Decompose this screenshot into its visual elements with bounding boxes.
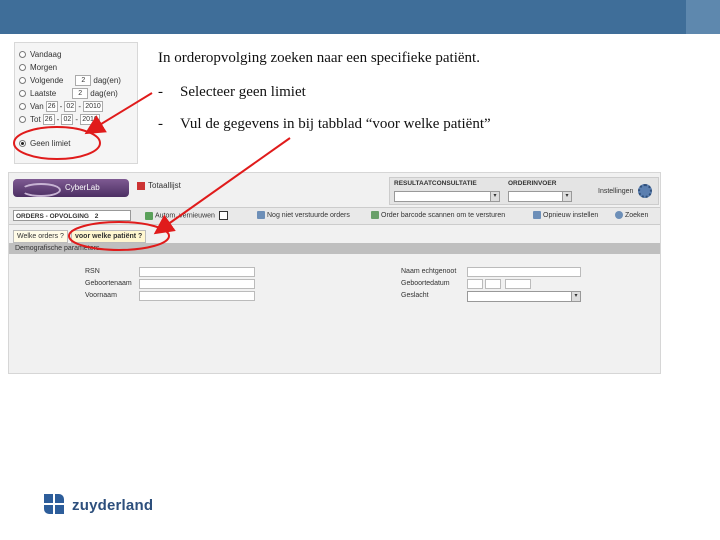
- highlight-patient-tab: [68, 221, 170, 251]
- zuyderland-logo: zuyderland: [44, 494, 153, 516]
- brand-name: zuyderland: [72, 496, 154, 514]
- zuyderland-mark-icon: [44, 494, 66, 516]
- highlight-geen-limiet: [13, 126, 101, 160]
- arrow-to-patient-tab: [153, 137, 291, 235]
- red-annotations: [13, 92, 291, 251]
- arrow-to-geen-limiet: [84, 92, 153, 135]
